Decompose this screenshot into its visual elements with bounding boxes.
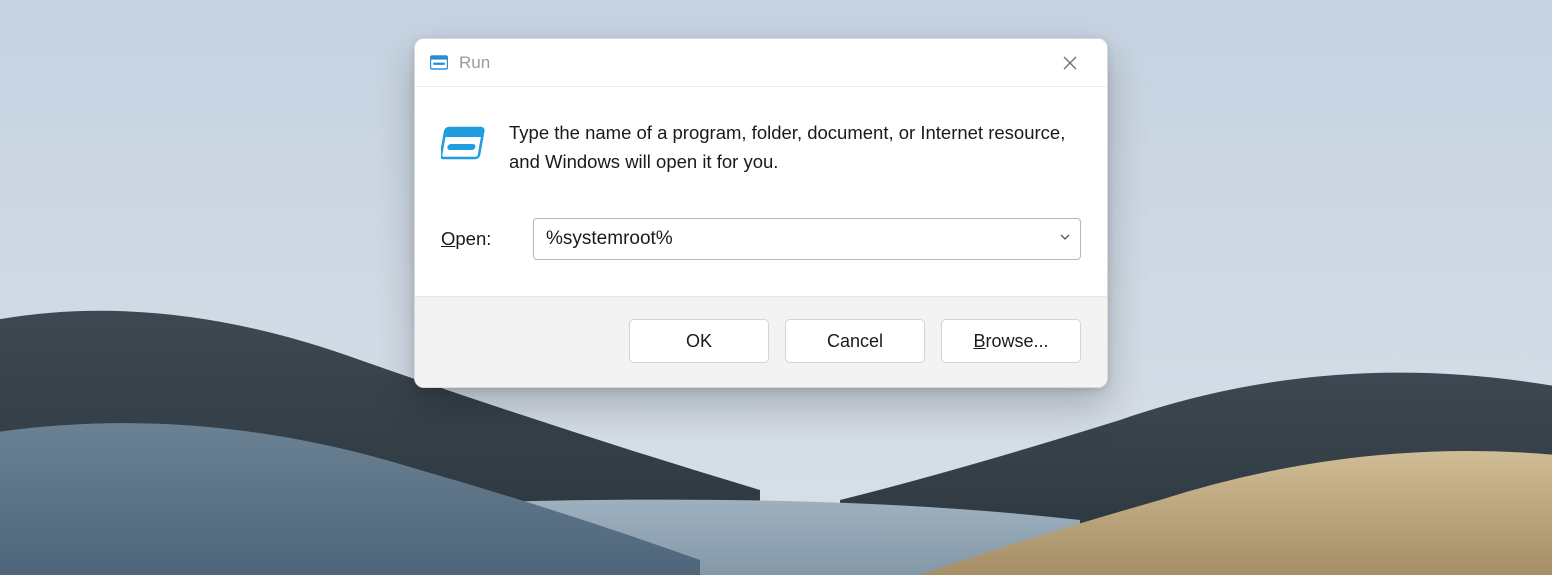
- browse-button[interactable]: Browse...: [941, 319, 1081, 363]
- button-bar: OK Cancel Browse...: [415, 296, 1107, 387]
- close-icon: [1063, 56, 1077, 70]
- cancel-button[interactable]: Cancel: [785, 319, 925, 363]
- ok-button[interactable]: OK: [629, 319, 769, 363]
- dialog-body: Type the name of a program, folder, docu…: [415, 87, 1107, 296]
- open-input[interactable]: [533, 218, 1081, 260]
- titlebar[interactable]: Run: [415, 39, 1107, 87]
- close-button[interactable]: [1047, 40, 1093, 86]
- window-title: Run: [459, 53, 1047, 73]
- run-dialog: Run Type the name of a program, folder, …: [414, 38, 1108, 388]
- run-app-icon: [441, 121, 487, 167]
- description-text: Type the name of a program, folder, docu…: [509, 119, 1069, 176]
- run-title-icon: [429, 53, 449, 73]
- open-label: Open:: [441, 228, 511, 250]
- open-combobox[interactable]: [533, 218, 1081, 260]
